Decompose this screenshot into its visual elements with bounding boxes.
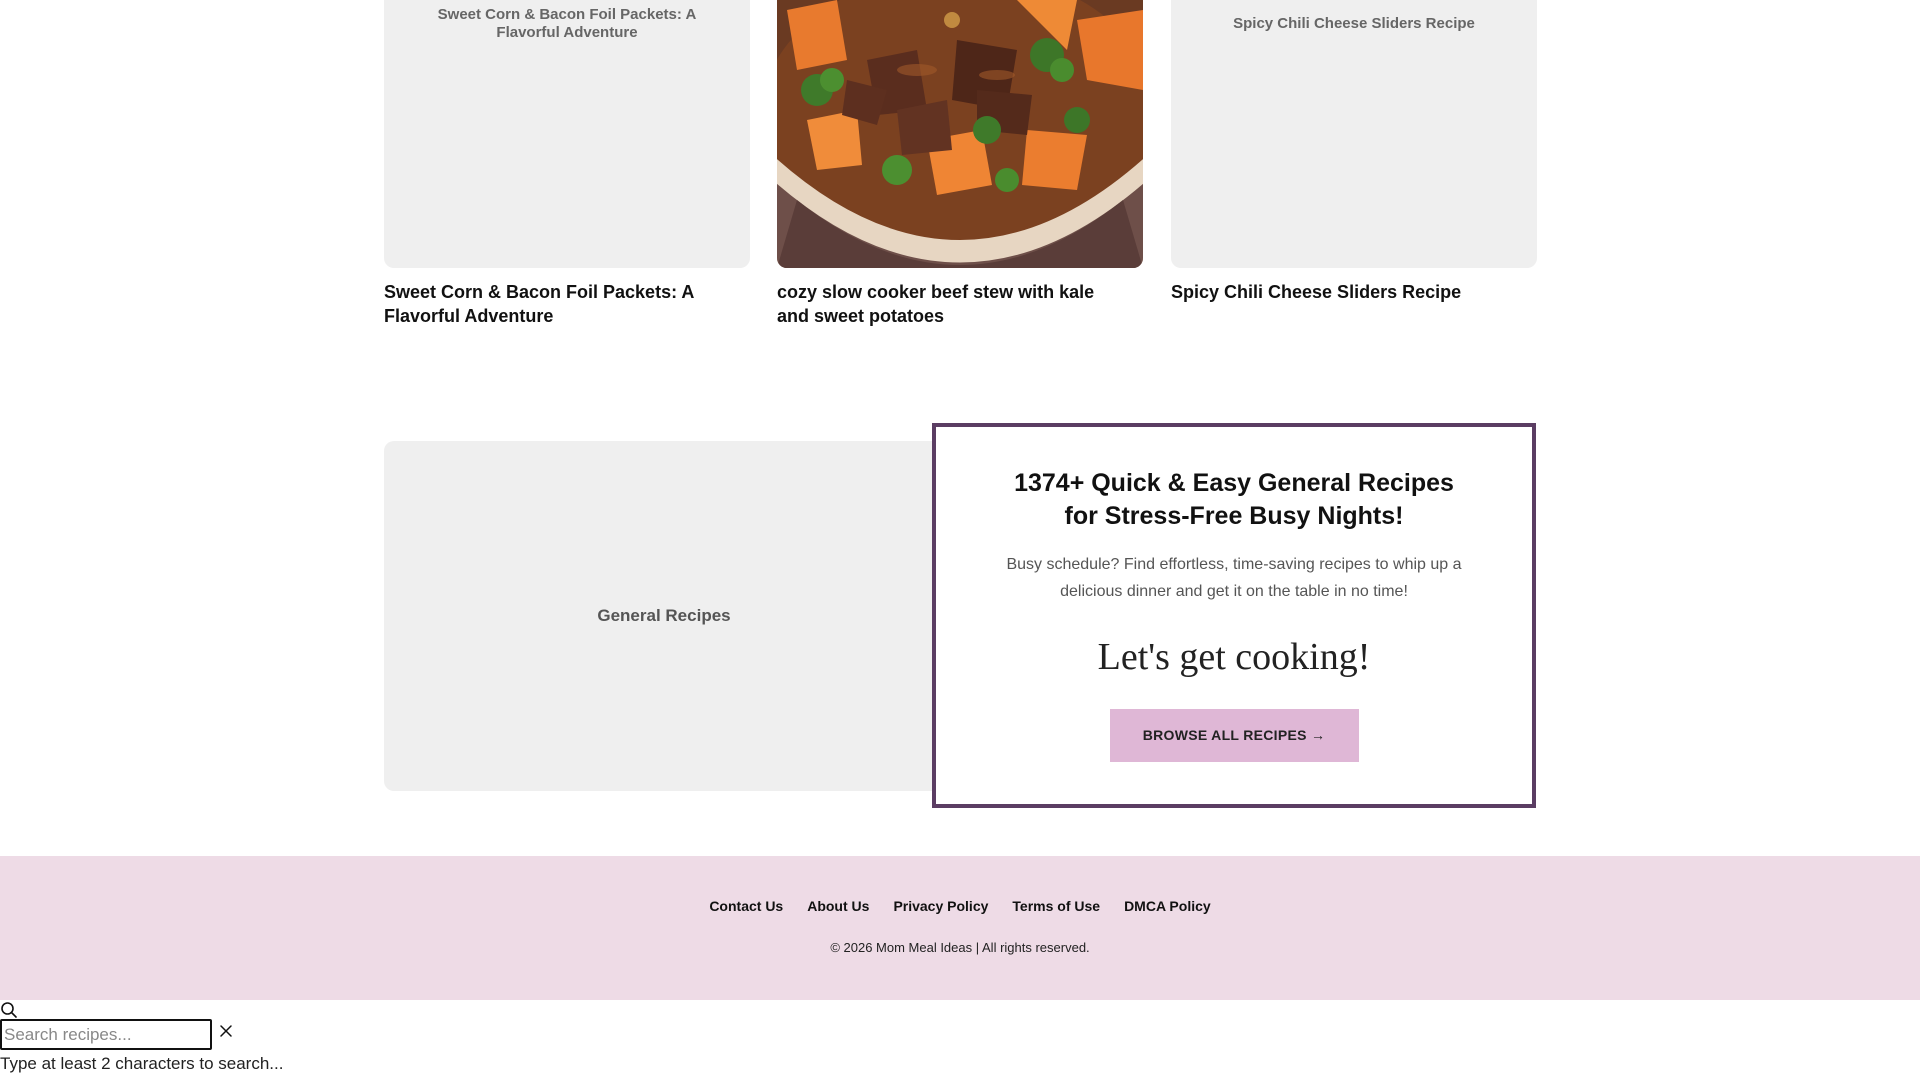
recipe-image-alt-text: Sweet Corn & Bacon Foil Packets: A Flavo… xyxy=(437,6,697,41)
recipe-card-title[interactable]: Sweet Corn & Bacon Foil Packets: A Flavo… xyxy=(384,280,750,328)
footer-link-contact[interactable]: Contact Us xyxy=(709,898,783,914)
category-description: Busy schedule? Find effortless, time-sav… xyxy=(1006,556,1462,600)
footer-link-privacy[interactable]: Privacy Policy xyxy=(893,898,988,914)
copyright-text: © 2026 Mom Meal Ideas | All rights reser… xyxy=(830,940,1090,955)
recipe-cards: Sweet Corn & Bacon Foil Packets: A Flavo… xyxy=(384,0,1537,340)
recipe-card[interactable]: Spicy Chili Cheese Sliders Recipe Spicy … xyxy=(1171,0,1537,304)
recipe-card-title[interactable]: Spicy Chili Cheese Sliders Recipe xyxy=(1171,280,1537,304)
close-icon[interactable] xyxy=(217,1022,235,1040)
search-hint: Type at least 2 characters to search... xyxy=(0,1054,284,1073)
footer-link-about[interactable]: About Us xyxy=(807,898,869,914)
footer-link-dmca[interactable]: DMCA Policy xyxy=(1124,898,1211,914)
beef-stew-photo xyxy=(777,0,1143,268)
cta-heading: Let's get cooking! xyxy=(1097,636,1371,678)
footer-link-terms[interactable]: Terms of Use xyxy=(1012,898,1100,914)
category-image-alt-text: General Recipes xyxy=(597,606,731,625)
recipe-card[interactable]: Sweet Corn & Bacon Foil Packets: A Flavo… xyxy=(384,0,750,328)
category-title: 1374+ Quick & Easy General Recipes for S… xyxy=(1014,469,1454,530)
recipe-card-title[interactable]: cozy slow cooker beef stew with kale and… xyxy=(777,280,1143,328)
footer-nav: Contact Us About Us Privacy Policy Terms… xyxy=(0,898,1920,914)
site-footer: Contact Us About Us Privacy Policy Terms… xyxy=(0,856,1920,1000)
category-feature-box: 1374+ Quick & Easy General Recipes for S… xyxy=(932,423,1536,808)
search-icon[interactable] xyxy=(0,1001,18,1019)
browse-all-recipes-button[interactable]: BROWSE ALL RECIPES → xyxy=(1109,709,1359,762)
recipe-image[interactable] xyxy=(777,0,1143,268)
search-input[interactable] xyxy=(0,1019,212,1050)
recipe-image-placeholder[interactable]: Sweet Corn & Bacon Foil Packets: A Flavo… xyxy=(384,0,750,268)
recipe-image-placeholder[interactable]: Spicy Chili Cheese Sliders Recipe xyxy=(1171,0,1537,268)
recipe-image-alt-text: Spicy Chili Cheese Sliders Recipe xyxy=(1233,15,1475,32)
recipe-card[interactable]: cozy slow cooker beef stew with kale and… xyxy=(777,0,1143,328)
category-image-placeholder: General Recipes xyxy=(384,441,944,791)
